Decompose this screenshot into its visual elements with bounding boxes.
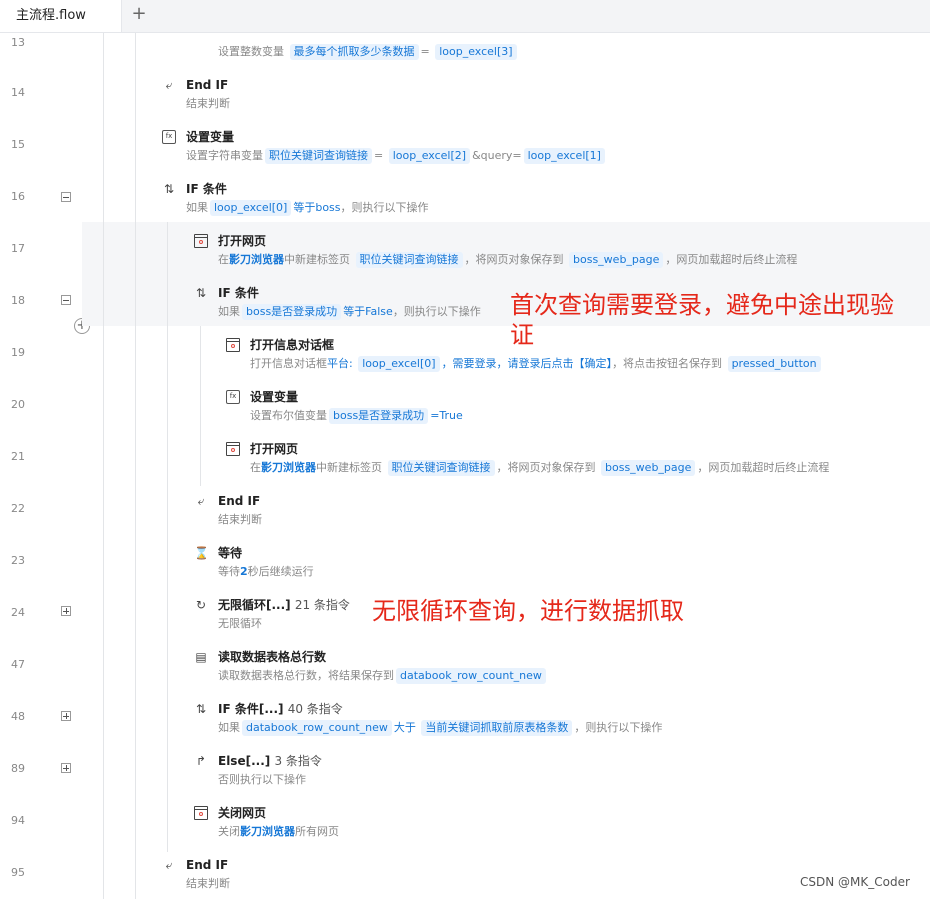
step-47-read-row-count[interactable]: ▤ 读取数据表格总行数 读取数据表格总行数，将结果保存到 databook_row…: [194, 648, 794, 688]
step-23-wait[interactable]: ⌛ 等待 等待2秒后继续运行: [194, 544, 794, 584]
step-20-set-variable[interactable]: fx 设置变量 设置布尔值变量 boss是否登录成功 =True: [226, 388, 926, 428]
line-number: 15: [11, 138, 25, 151]
if-branch-icon: ⇅: [195, 286, 207, 300]
step-title: 打开信息对话框: [250, 338, 335, 352]
indent-guide: [200, 326, 201, 486]
step-title: End IF: [218, 494, 261, 508]
hourglass-icon: ⌛: [194, 546, 209, 560]
line-number: 24: [11, 606, 25, 619]
end-if-icon: ⤶: [165, 78, 173, 92]
line-number: 14: [11, 86, 25, 99]
step-13[interactable]: 设置整数变量 最多每个抓取多少条数据 = loop_excel[3]: [194, 24, 914, 64]
line-number: 21: [11, 450, 25, 463]
expand-toggle-89[interactable]: [61, 763, 71, 773]
line-number: 22: [11, 502, 25, 515]
step-description: 在影刀浏览器中新建标签页 职位关键词查询链接 ，将网页对象保存到 boss_web…: [250, 460, 830, 476]
step-description: 等待2秒后继续运行: [218, 565, 314, 578]
line-number: 20: [11, 398, 25, 411]
browser-icon: [194, 806, 208, 820]
variable-icon: fx: [162, 130, 176, 144]
line-number: 47: [11, 658, 25, 671]
step-title: 打开网页: [218, 234, 267, 248]
line-number: 18: [11, 294, 25, 307]
step-description: 如果 databook_row_count_new 大于 当前关键词抓取前原表格条数…: [218, 720, 663, 736]
line-number: 94: [11, 814, 25, 827]
step-14-end-if[interactable]: ⤶ End IF 结束判断: [162, 76, 862, 116]
step-title: IF 条件: [186, 182, 227, 196]
expand-toggle-24[interactable]: [61, 606, 71, 616]
step-description: 结束判断: [186, 877, 230, 890]
loop-icon: ↻: [195, 598, 207, 612]
browser-icon: [194, 234, 208, 248]
step-title: 关闭网页: [218, 806, 267, 820]
step-description: 关闭影刀浏览器所有网页: [218, 825, 339, 838]
step-description: 如果 boss是否登录成功 等于False，则执行以下操作: [218, 304, 481, 320]
step-description: 如果 loop_excel[0] 等于boss，则执行以下操作: [186, 200, 429, 216]
step-description: 否则执行以下操作: [218, 773, 306, 786]
browser-icon: [226, 442, 240, 456]
step-22-end-if[interactable]: ⤶ End IF 结束判断: [194, 492, 794, 532]
line-number: 19: [11, 346, 25, 359]
if-branch-icon: ⇅: [195, 702, 207, 716]
line-number: 13: [11, 36, 25, 49]
collapse-toggle-18[interactable]: [61, 295, 71, 305]
step-description: 打开信息对话框平台: loop_excel[0] ，需要登录，请登录后点击【确定】…: [250, 355, 823, 373]
indent-guide: [167, 222, 168, 852]
line-number: 48: [11, 710, 25, 723]
watermark: CSDN @MK_Coder: [800, 875, 910, 889]
step-title: 无限循环[...] 21 条指令: [218, 598, 350, 612]
step-title: Else[...] 3 条指令: [218, 754, 322, 768]
step-94-close-webpage[interactable]: 关闭网页 关闭影刀浏览器所有网页: [194, 804, 594, 844]
step-title: IF 条件[...] 40 条指令: [218, 702, 343, 716]
step-title: End IF: [186, 858, 229, 872]
step-95-end-if[interactable]: ⤶ End IF 结束判断: [162, 856, 562, 896]
step-48-if[interactable]: ⇅ IF 条件[...] 40 条指令 如果 databook_row_count…: [194, 700, 894, 740]
end-if-icon: ⤶: [165, 858, 173, 872]
step-description: 读取数据表格总行数，将结果保存到 databook_row_count_new: [218, 667, 548, 685]
line-number: 95: [11, 866, 25, 879]
step-title: 等待: [218, 546, 243, 560]
annotation-login: 首次查询需要登录，避免中途出现验证: [510, 291, 894, 349]
step-description: 结束判断: [218, 513, 262, 526]
add-tab-button[interactable]: +: [131, 4, 147, 24]
step-title: End IF: [186, 78, 229, 92]
indent-guide: [135, 33, 136, 899]
else-branch-icon: ↱: [195, 754, 207, 768]
step-title: 打开网页: [250, 442, 299, 456]
if-branch-icon: ⇅: [163, 182, 175, 196]
step-description: 无限循环: [218, 617, 262, 630]
expand-toggle-48[interactable]: [61, 711, 71, 721]
step-89-else[interactable]: ↱ Else[...] 3 条指令 否则执行以下操作: [194, 752, 594, 792]
step-description: 设置字符串变量 职位关键词查询链接 = loop_excel[2] &query= lo…: [186, 147, 607, 165]
step-15-set-variable[interactable]: fx 设置变量 设置字符串变量 职位关键词查询链接 = loop_excel[2] &…: [162, 128, 882, 168]
line-number: 89: [11, 762, 25, 775]
step-title: 设置变量: [186, 130, 235, 144]
step-description: 结束判断: [186, 97, 230, 110]
line-number: 16: [11, 190, 25, 203]
dialog-icon: [226, 338, 240, 352]
step-21-open-webpage[interactable]: 打开网页 在影刀浏览器中新建标签页 职位关键词查询链接 ，将网页对象保存到 bos…: [226, 440, 926, 480]
end-if-icon: ⤶: [197, 494, 205, 508]
line-number: 23: [11, 554, 25, 567]
step-17-open-webpage[interactable]: 打开网页 在影刀浏览器中新建标签页 职位关键词查询链接 ，将网页对象保存到 bos…: [194, 232, 914, 272]
step-description: 设置布尔值变量 boss是否登录成功 =True: [250, 408, 463, 424]
step-title: 设置变量: [250, 390, 299, 404]
step-description: 设置整数变量 最多每个抓取多少条数据 = loop_excel[3]: [218, 43, 519, 61]
annotation-loop: 无限循环查询，进行数据抓取: [372, 597, 684, 625]
document-icon: ▤: [195, 650, 207, 664]
step-description: 在影刀浏览器中新建标签页 职位关键词查询链接 ，将网页对象保存到 boss_web…: [218, 252, 798, 268]
step-title: IF 条件: [218, 286, 259, 300]
indent-guide: [103, 33, 104, 899]
variable-icon: fx: [226, 390, 240, 404]
line-number: 17: [11, 242, 25, 255]
step-title: 读取数据表格总行数: [218, 650, 327, 664]
collapse-toggle-16[interactable]: [61, 192, 71, 202]
tab-main-flow[interactable]: 主流程.flow: [0, 0, 122, 32]
step-16-if[interactable]: ⇅ IF 条件 如果 loop_excel[0] 等于boss，则执行以下操作: [162, 180, 882, 220]
